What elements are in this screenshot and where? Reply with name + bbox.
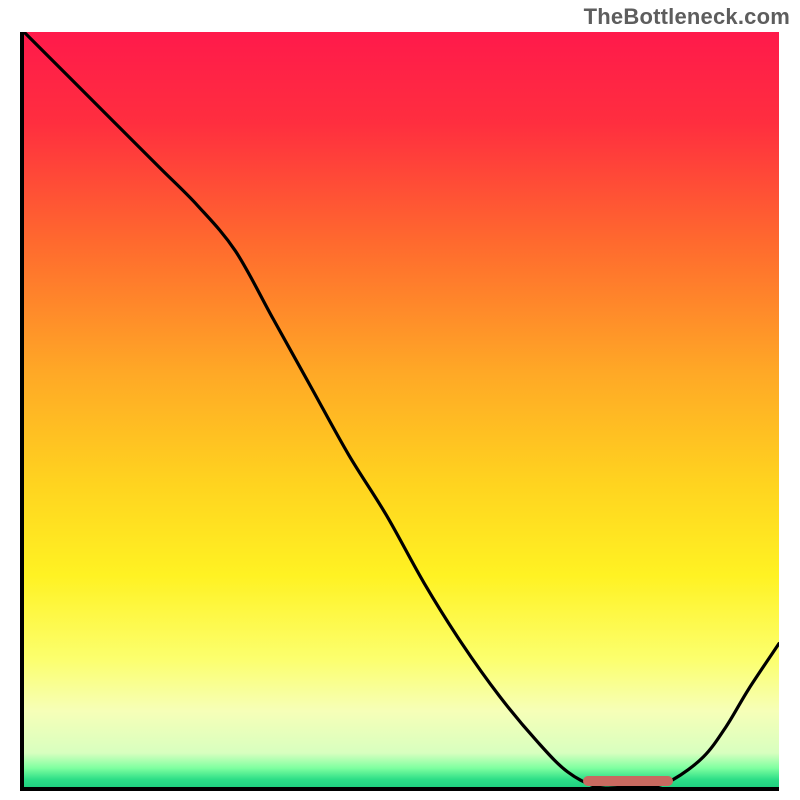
plot-area	[24, 32, 779, 787]
attribution-label: TheBottleneck.com	[584, 4, 790, 30]
bottleneck-curve	[24, 32, 779, 787]
min-bottleneck-marker	[583, 776, 674, 786]
plot-axes	[20, 32, 779, 791]
chart-stage: TheBottleneck.com	[0, 0, 800, 800]
